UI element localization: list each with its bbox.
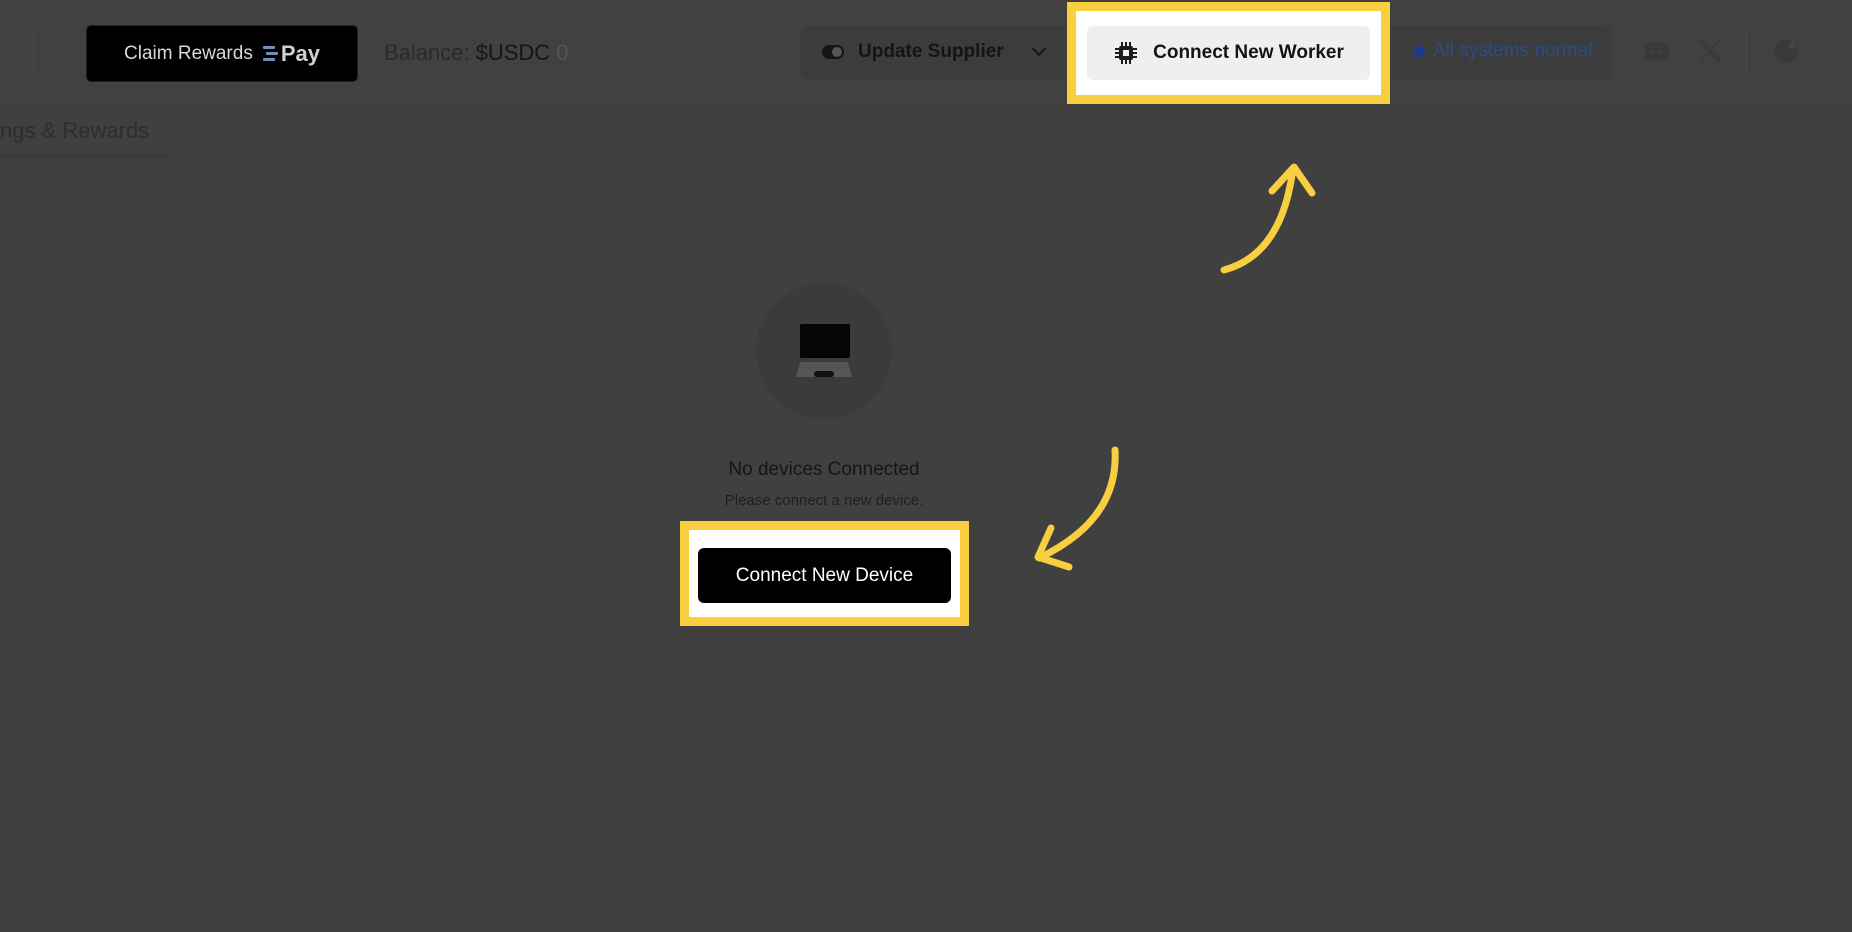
x-icon[interactable] [1695, 36, 1725, 66]
empty-state-title: No devices Connected [728, 459, 920, 480]
update-supplier-label: Update Supplier [858, 41, 1004, 62]
claim-rewards-button[interactable]: Claim Rewards Pay [86, 25, 358, 82]
claim-rewards-label: Claim Rewards [124, 42, 253, 64]
update-supplier-dropdown[interactable]: Update Supplier [822, 30, 1046, 74]
chevron-down-icon [1031, 41, 1046, 57]
balance-label: Balance: [384, 40, 470, 65]
tab-earnings-rewards[interactable]: ngs & Rewards [0, 118, 149, 144]
pay-label: Pay [280, 40, 320, 66]
pay-icon [262, 46, 278, 61]
balance-display: Balance: $USDC 0 [384, 40, 568, 66]
status-dot-icon [1414, 45, 1425, 57]
connect-new-device-button[interactable]: Connect New Device [698, 548, 951, 603]
empty-state-icon-circle [756, 283, 892, 419]
empty-state-subtitle: Please connect a new device. [724, 492, 924, 509]
content-divider [0, 157, 1852, 158]
balance-value: 0 [556, 40, 569, 65]
header-divider [33, 30, 34, 74]
balance-currency: $USDC [475, 40, 551, 65]
connect-new-worker-button[interactable]: Connect New Worker [1087, 26, 1370, 80]
chip-icon [1115, 42, 1138, 64]
status-text: All systems normal [1433, 40, 1593, 61]
header-divider [1746, 30, 1747, 74]
computer-icon [796, 324, 852, 377]
connect-new-worker-label: Connect New Worker [1153, 42, 1344, 63]
toggle-icon [822, 45, 844, 59]
arrow-up-icon [1220, 163, 1316, 274]
system-status-link[interactable]: All systems normal [1414, 40, 1592, 62]
discord-icon[interactable] [1642, 36, 1672, 66]
pay-logo: Pay [262, 40, 320, 67]
avatar-icon[interactable] [1771, 36, 1801, 66]
arrow-down-icon [1034, 446, 1119, 571]
